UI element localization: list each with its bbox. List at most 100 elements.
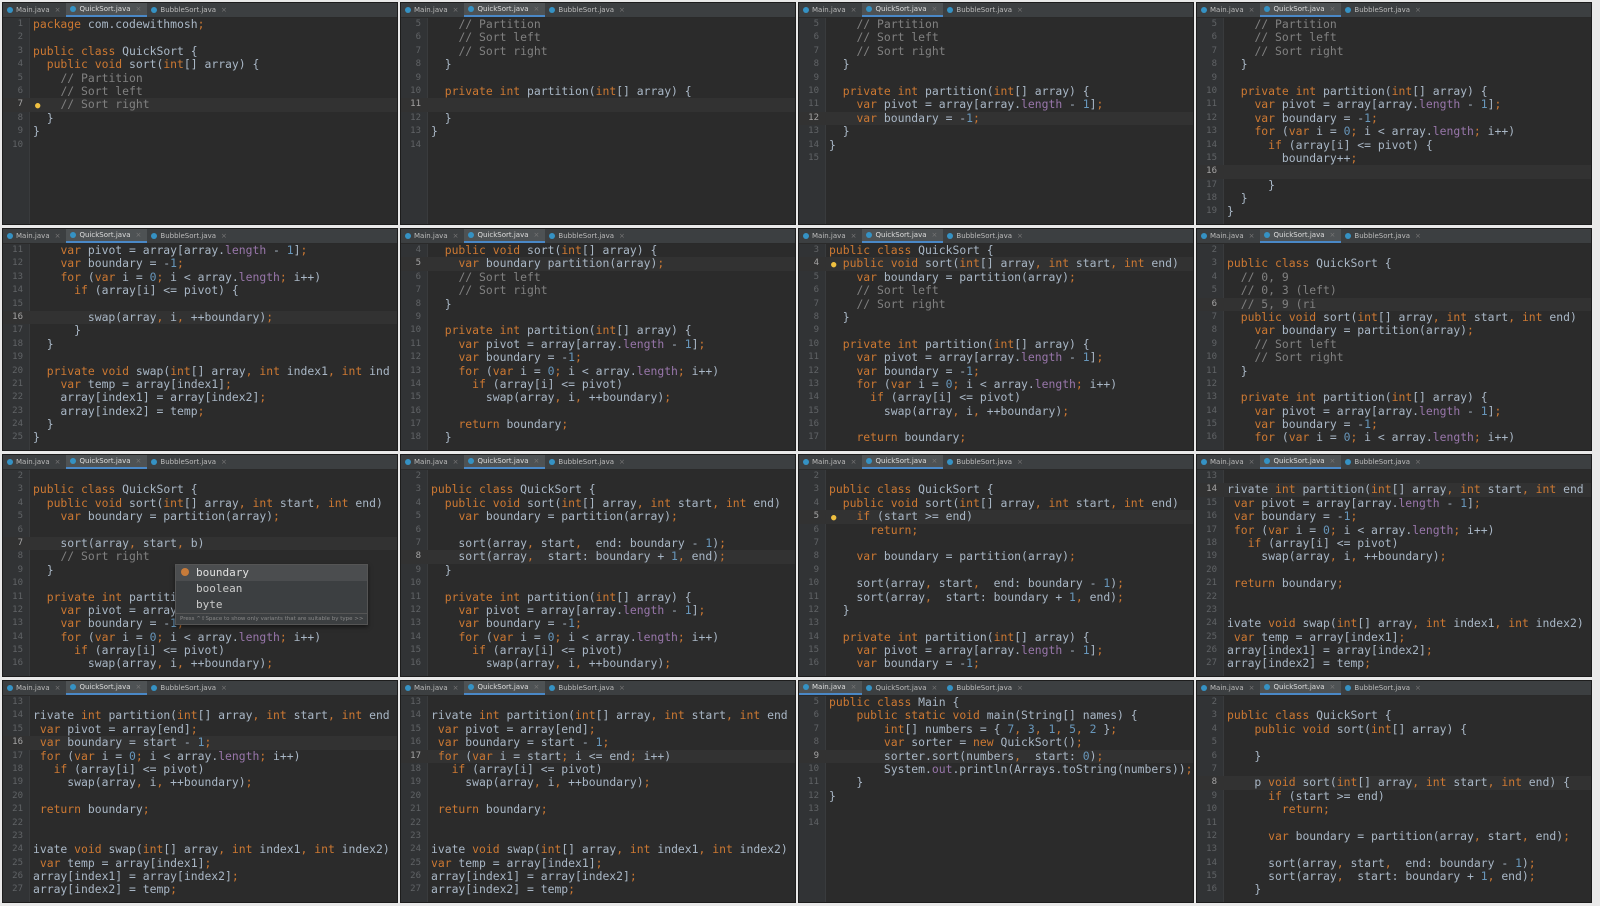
code-line[interactable]: 4 public void sort(int[] array, int star… [401,496,795,510]
code-line[interactable]: 14 [401,139,795,152]
code-line[interactable]: 4 public void sort(int[] array) { [1197,722,1591,736]
code-line[interactable]: 9 [799,564,1193,577]
code-line[interactable]: 10 return; [1197,802,1591,816]
autocomplete-item[interactable]: boolean [176,581,367,597]
code-editor[interactable]: 11 var pivot = array[array.length - 1]; 1… [3,244,397,450]
close-icon[interactable]: × [55,684,61,692]
code-line[interactable]: 11 var pivot = array[array.length - 1]; [799,350,1193,364]
code-line[interactable]: 8 var boundary = partition(array); [1197,324,1591,337]
code-line[interactable]: 15 [799,152,1193,165]
code-line[interactable]: 17 for (var i = 0; i < array.length; i++… [1197,523,1591,537]
close-icon[interactable]: × [932,5,938,13]
code-line[interactable]: 8 } [799,310,1193,324]
code-line[interactable]: 10 [3,139,397,152]
code-line[interactable]: 12 } [799,603,1193,617]
close-icon[interactable]: × [1017,458,1023,466]
code-line[interactable]: 10 private int partition(int[] array) { [799,84,1193,98]
editor-tab[interactable]: BubbleSort.java × [147,681,233,695]
code-line[interactable]: 12 var boundary = -1; [3,257,397,270]
editor-tab[interactable]: BubbleSort.java × [545,681,631,695]
code-line[interactable]: 11 var pivot = array[array.length - 1]; [401,337,795,351]
code-line[interactable]: 20 [1197,564,1591,577]
code-line[interactable]: 5 var boundary = partition(array); [401,509,795,523]
close-icon[interactable]: × [534,457,540,465]
code-line[interactable]: 7 // Sort right [799,297,1193,311]
code-line[interactable]: 9 // Sort left [1197,337,1591,351]
code-line[interactable]: 8 p void sort(int[] array, int start, in… [1197,776,1591,790]
code-line[interactable]: 13 for (var i = 0; i < array.length; i++… [1197,124,1591,138]
code-line[interactable]: 18 if (array[i] <= pivot) [401,762,795,776]
code-line[interactable]: 13 for (var i = 0; i < array.length; i++… [3,270,397,284]
code-line[interactable]: 2 [3,470,397,483]
code-line[interactable]: 6 // Sort left [1197,31,1591,44]
code-line[interactable]: 13 var boundary = -1; [401,617,795,630]
close-icon[interactable]: × [851,683,857,691]
code-line[interactable]: 9 if (start >= end) [1197,789,1591,803]
close-icon[interactable]: × [851,458,857,466]
close-icon[interactable]: × [619,232,625,240]
code-line[interactable]: 9 sorter.sort(numbers, start: 0); [799,749,1193,763]
code-line[interactable]: 9 [401,311,795,324]
code-line[interactable]: 12 var boundary = -1; [401,350,795,364]
code-line[interactable]: 8 // Sort right [3,550,397,563]
code-line[interactable]: 13 [1197,843,1591,856]
close-icon[interactable]: × [55,6,61,14]
code-line[interactable]: 10 private int partition(int[] array) { [401,84,795,98]
close-icon[interactable]: × [1017,684,1023,692]
editor-tab[interactable]: Main.java × [1197,455,1260,469]
code-line[interactable]: 8 var boundary = partition(array); [799,550,1193,563]
code-line[interactable]: 7 [1197,763,1591,776]
code-line[interactable]: 12 } [401,111,795,125]
code-line[interactable]: 24 ivate void swap(int[] array, int index… [401,843,795,856]
editor-tab[interactable]: QuickSort.java × [862,455,944,469]
close-icon[interactable]: × [453,684,459,692]
code-line[interactable]: 4 public void sort(int[] array) { [401,244,795,257]
code-line[interactable]: 8 } [3,111,397,125]
code-line[interactable]: 16 var boundary = -1; [799,657,1193,670]
code-line[interactable]: 10 private int partition(int[] array) { [401,324,795,337]
code-line[interactable]: 8 sort(array, start: boundary + 1, end); [401,550,795,564]
code-line[interactable]: 8 } [1197,57,1591,71]
close-icon[interactable]: × [136,457,142,465]
code-line[interactable]: 14 rivate int partition(int[] array, int … [1197,483,1591,497]
code-line[interactable]: 16 [1197,165,1591,179]
editor-tab[interactable]: QuickSort.java × [464,229,546,243]
code-line[interactable]: 7 sort(array, start, end: boundary - 1); [401,536,795,550]
code-line[interactable]: 11 private int partition(int[] array) { [401,590,795,604]
code-line[interactable]: 15 var pivot = array[end]; [3,722,397,736]
code-line[interactable]: 9 [799,324,1193,337]
autocomplete-item[interactable]: boundary [176,565,368,581]
code-line[interactable]: 7 // Sort right [401,44,795,58]
editor-tab[interactable]: BubbleSort.java × [943,455,1029,469]
close-icon[interactable]: × [453,232,459,240]
code-editor[interactable]: 2 3 public class QuickSort {4 public void … [3,470,397,676]
close-icon[interactable]: × [1017,232,1023,240]
code-editor[interactable]: 1 package com.codewithmosh; 2 3 public class… [3,18,397,224]
code-line[interactable]: 14 var pivot = array[array.length - 1]; [1197,404,1591,418]
editor-tab[interactable]: Main.java × [3,455,66,469]
code-line[interactable]: 18 if (array[i] <= pivot) [1197,536,1591,550]
close-icon[interactable]: × [1249,458,1255,466]
code-line[interactable]: 6 // Sort left [3,84,397,98]
code-line[interactable]: 5 // Partition [401,18,795,31]
code-line[interactable]: 11 var pivot = array[array.length - 1]; [1197,98,1591,111]
code-editor[interactable]: 13 14 rivate int partition(int[] array, in… [3,696,397,902]
code-editor[interactable]: 5 // Partition 6 // Sort left 7 // Sort ri… [401,18,795,224]
code-line[interactable]: 11 var pivot = array[array.length - 1]; [799,98,1193,111]
close-icon[interactable]: × [851,6,857,14]
editor-tab[interactable]: Main.java × [1197,3,1260,17]
code-line[interactable]: 6 public static void main(String[] names… [799,709,1193,722]
code-line[interactable]: 15 if (array[i] <= pivot) [401,643,795,657]
code-line[interactable]: 6 // Sort left [401,31,795,44]
code-line[interactable]: 5 [1197,736,1591,749]
code-editor[interactable]: 2 3 public class QuickSort {4 public void … [799,470,1193,676]
close-icon[interactable]: × [1415,684,1421,692]
code-line[interactable]: 27 array[index2] = temp; [1197,657,1591,670]
close-icon[interactable]: × [453,6,459,14]
editor-tab[interactable]: QuickSort.java × [862,681,943,695]
editor-tab[interactable]: Main.java × [799,3,862,17]
code-line[interactable]: 27 array[index2] = temp; [401,883,795,896]
editor-tab[interactable]: QuickSort.java × [464,681,546,695]
code-line[interactable]: 17 } [3,324,397,337]
autocomplete-popup[interactable]: boundary boolean byte Press ^⇧Space to show… [175,564,369,625]
